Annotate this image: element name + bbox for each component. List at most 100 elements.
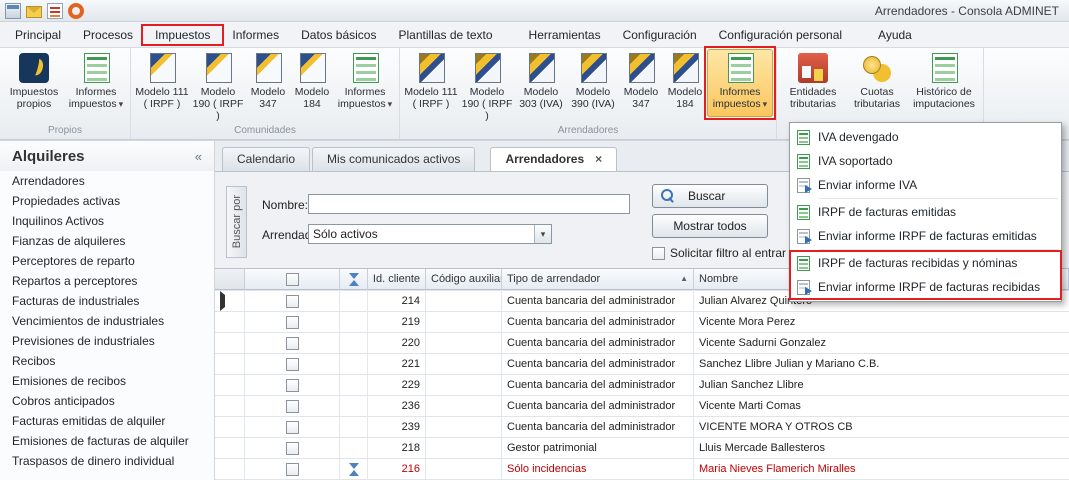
- row-checkbox[interactable]: [286, 295, 299, 308]
- table-row[interactable]: 236 Cuenta bancaria del administrador Vi…: [215, 396, 1069, 417]
- cell-aux: [426, 333, 502, 353]
- row-select-cell[interactable]: [245, 375, 340, 395]
- buscar-button[interactable]: Buscar: [652, 184, 768, 208]
- select-all-header[interactable]: [245, 269, 340, 290]
- tab-impuestos[interactable]: Impuestos: [144, 25, 221, 45]
- row-select-cell[interactable]: [245, 417, 340, 437]
- row-checkbox[interactable]: [286, 442, 299, 455]
- row-select-cell[interactable]: [245, 291, 340, 311]
- menu-item-enviar-informe-irpf-recibidas[interactable]: Enviar informe IRPF de facturas recibida…: [791, 275, 1060, 299]
- menu-item-enviar-informe-iva[interactable]: Enviar informe IVA: [791, 173, 1060, 197]
- tipo-header-label: Tipo de arrendador: [507, 269, 600, 289]
- row-select-cell[interactable]: [245, 459, 340, 479]
- nombre-input[interactable]: [308, 194, 630, 214]
- row-select-cell[interactable]: [245, 438, 340, 458]
- record-icon[interactable]: [68, 3, 84, 19]
- modelo-184-comunidades-button[interactable]: Modelo 184: [290, 49, 334, 117]
- modelo-111-comunidades-button[interactable]: Modelo 111 ( IRPF ): [134, 49, 190, 117]
- tab-ayuda[interactable]: Ayuda: [867, 25, 923, 45]
- collapse-sidebar-icon[interactable]: [195, 149, 202, 164]
- row-checkbox[interactable]: [286, 421, 299, 434]
- menu-item-enviar-informe-irpf-emitidas[interactable]: Enviar informe IRPF de facturas emitidas: [791, 224, 1060, 248]
- sidebar-item-previsiones[interactable]: Previsiones de industriales: [0, 331, 214, 351]
- cuotas-tributarias-button[interactable]: Cuotas tributarias: [846, 49, 908, 117]
- tab-arrendadores[interactable]: Arrendadores: [490, 147, 617, 171]
- chevron-down-icon[interactable]: [534, 225, 551, 243]
- modelo-303-arrendadores-button[interactable]: Modelo 303 (IVA): [515, 49, 567, 117]
- tab-informes[interactable]: Informes: [221, 25, 290, 45]
- tab-mis-comunicados-activos[interactable]: Mis comunicados activos: [312, 147, 475, 171]
- row-checkbox[interactable]: [286, 358, 299, 371]
- row-checkbox[interactable]: [286, 400, 299, 413]
- modelo-190-arrendadores-button[interactable]: Modelo 190 ( IRPF ): [459, 49, 515, 124]
- table-row[interactable]: 218 Gestor patrimonial Lluis Mercade Bal…: [215, 438, 1069, 459]
- modelo-111-arrendadores-button[interactable]: Modelo 111 ( IRPF ): [403, 49, 459, 117]
- modelo-184-arrendadores-button[interactable]: Modelo 184: [663, 49, 707, 117]
- modelo-390-arrendadores-button[interactable]: Modelo 390 (IVA): [567, 49, 619, 117]
- row-select-cell[interactable]: [245, 333, 340, 353]
- sidebar-item-facturas-industriales[interactable]: Facturas de industriales: [0, 291, 214, 311]
- impuestos-propios-button[interactable]: Impuestos propios: [3, 49, 65, 117]
- window-icon[interactable]: [5, 3, 21, 19]
- mostrar-todos-button[interactable]: Mostrar todos: [652, 214, 768, 238]
- column-header-codigo-auxiliar[interactable]: Código auxiliar: [426, 269, 502, 290]
- sidebar-item-vencimientos[interactable]: Vencimientos de industriales: [0, 311, 214, 331]
- tab-plantillas-de-texto[interactable]: Plantillas de texto: [387, 25, 503, 45]
- modelo-347-arrendadores-button[interactable]: Modelo 347: [619, 49, 663, 117]
- close-icon[interactable]: [595, 152, 602, 166]
- row-checkbox[interactable]: [286, 379, 299, 392]
- select-all-checkbox[interactable]: [286, 273, 299, 286]
- menu-item-iva-devengado[interactable]: IVA devengado: [791, 125, 1060, 149]
- column-header-tipo-arrendador[interactable]: Tipo de arrendador▲: [502, 269, 694, 290]
- historico-imputaciones-button[interactable]: Histórico de imputaciones: [908, 49, 980, 117]
- row-select-cell[interactable]: [245, 354, 340, 374]
- tab-herramientas[interactable]: Herramientas: [518, 25, 612, 45]
- table-row[interactable]: 220 Cuenta bancaria del administrador Vi…: [215, 333, 1069, 354]
- tab-calendario[interactable]: Calendario: [222, 147, 310, 171]
- menu-item-iva-soportado[interactable]: IVA soportado: [791, 149, 1060, 173]
- sidebar-item-cobros-anticipados[interactable]: Cobros anticipados: [0, 391, 214, 411]
- mail-icon[interactable]: [26, 6, 42, 18]
- table-row[interactable]: 229 Cuenta bancaria del administrador Ju…: [215, 375, 1069, 396]
- sidebar-item-repartos[interactable]: Repartos a perceptores: [0, 271, 214, 291]
- menu-item-irpf-facturas-recibidas[interactable]: IRPF de facturas recibidas y nóminas: [791, 251, 1060, 275]
- sidebar-item-emisiones-facturas[interactable]: Emisiones de facturas de alquiler: [0, 431, 214, 451]
- tab-configuracion[interactable]: Configuración: [612, 25, 708, 45]
- entidades-tributarias-button[interactable]: Entidades tributarias: [780, 49, 846, 117]
- tab-configuracion-personal[interactable]: Configuración personal: [708, 25, 853, 45]
- sidebar-item-traspasos[interactable]: Traspasos de dinero individual: [0, 451, 214, 471]
- informes-impuestos-arrendadores-button[interactable]: Informes impuestos: [707, 49, 773, 117]
- solicitar-filtro-checkbox[interactable]: [652, 247, 665, 260]
- tab-procesos[interactable]: Procesos: [72, 25, 144, 45]
- table-row[interactable]: 239 Cuenta bancaria del administrador VI…: [215, 417, 1069, 438]
- cell-tipo: Cuenta bancaria del administrador: [502, 417, 694, 437]
- row-checkbox[interactable]: [286, 463, 299, 476]
- table-row[interactable]: 221 Cuenta bancaria del administrador Sa…: [215, 354, 1069, 375]
- modelo-190-comunidades-button[interactable]: Modelo 190 ( IRPF ): [190, 49, 246, 124]
- row-select-cell[interactable]: [245, 396, 340, 416]
- sidebar-item-recibos[interactable]: Recibos: [0, 351, 214, 371]
- tab-principal[interactable]: Principal: [4, 25, 72, 45]
- sidebar-item-perceptores[interactable]: Perceptores de reparto: [0, 251, 214, 271]
- modelo-347-comunidades-button[interactable]: Modelo 347: [246, 49, 290, 117]
- tab-datos-basicos[interactable]: Datos básicos: [290, 25, 387, 45]
- menu-item-irpf-facturas-emitidas[interactable]: IRPF de facturas emitidas: [791, 200, 1060, 224]
- arrendadores-select[interactable]: Sólo activos: [308, 224, 552, 244]
- row-select-cell[interactable]: [245, 312, 340, 332]
- current-row-indicator: [220, 291, 225, 311]
- sidebar-item-arrendadores[interactable]: Arrendadores: [0, 171, 214, 191]
- sidebar-item-facturas-emitidas[interactable]: Facturas emitidas de alquiler: [0, 411, 214, 431]
- informes-impuestos-propios-button[interactable]: Informes impuestos: [65, 49, 127, 117]
- row-checkbox[interactable]: [286, 316, 299, 329]
- informes-impuestos-comunidades-button[interactable]: Informes impuestos: [334, 49, 396, 117]
- incidencias-column-header[interactable]: [340, 269, 368, 290]
- sidebar-item-inquilinos-activos[interactable]: Inquilinos Activos: [0, 211, 214, 231]
- column-header-id-cliente[interactable]: Id. cliente: [368, 269, 426, 290]
- sidebar-item-propiedades-activas[interactable]: Propiedades activas: [0, 191, 214, 211]
- row-checkbox[interactable]: [286, 337, 299, 350]
- table-row[interactable]: 216 Sólo incidencias Maria Nieves Flamer…: [215, 459, 1069, 480]
- sidebar-item-emisiones-recibos[interactable]: Emisiones de recibos: [0, 371, 214, 391]
- sidebar-item-fianzas[interactable]: Fianzas de alquileres: [0, 231, 214, 251]
- notes-icon[interactable]: [47, 3, 63, 19]
- table-row[interactable]: 219 Cuenta bancaria del administrador Vi…: [215, 312, 1069, 333]
